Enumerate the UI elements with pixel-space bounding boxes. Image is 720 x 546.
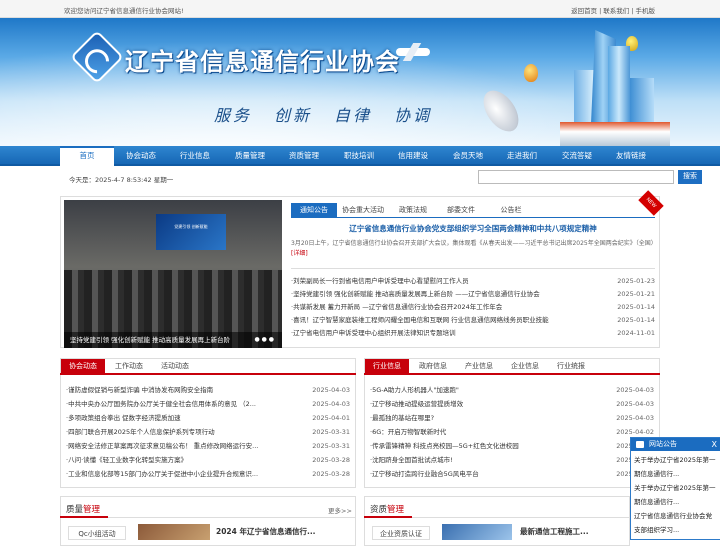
top-bar: 欢迎您访问辽宁省信息通信行业协会网站! 返回首页 | 联系我们 | 手机版 xyxy=(0,0,720,18)
nav-industry-info[interactable]: 行业信息 xyxy=(168,146,222,166)
list-item[interactable]: ·喜讯！辽宁智慧家庭装维工程师闪耀全国电信和互联网 行业信息通信网络线务员职业技… xyxy=(291,314,601,327)
tab-industry-info[interactable]: 行业信息 xyxy=(365,359,409,373)
detail-link[interactable]: [详细] xyxy=(291,250,308,257)
notice-list: ·刘荣副局长一行到省电信用户申诉受理中心看望慰问工作人员 2025-01-23 ·… xyxy=(291,275,655,345)
info-bar: 今天是：2025-4-7 8:53:42 星期一 搜索 xyxy=(60,168,702,188)
slide-caption[interactable]: 坚持党建引领 强化创新赋能 推动高质量发展再上新台阶 xyxy=(64,332,282,348)
list-item[interactable]: ·传承雷锋精神 科技点亮校园—5G+红色文化进校园 xyxy=(370,440,610,453)
tab-sector-info[interactable]: 产业信息 xyxy=(457,359,501,373)
assoc-divider xyxy=(60,373,356,375)
nav-training[interactable]: 职技培训 xyxy=(332,146,386,166)
qualification-thumbnail[interactable] xyxy=(442,524,512,540)
tab-enterprise-info[interactable]: 企业信息 xyxy=(503,359,547,373)
search-input[interactable] xyxy=(478,170,674,184)
industry-tabs: 行业信息 政府信息 产业信息 企业信息 行业统报 xyxy=(365,359,655,373)
quality-headline[interactable]: 2024 年辽宁省信息通信行... xyxy=(216,526,316,537)
list-item[interactable]: ·中共中央办公厅国务院办公厅关于健全社会信用体系的意见 （2... xyxy=(66,398,306,411)
list-item[interactable]: ·多项政策组合拳出 促数字经济提质加速 xyxy=(66,412,306,425)
quality-more-link[interactable]: 更多>> xyxy=(328,505,352,515)
nav-credit[interactable]: 信用建设 xyxy=(386,146,440,166)
tab-work-news[interactable]: 工作动态 xyxy=(107,359,151,373)
nav-members[interactable]: 会员天地 xyxy=(441,146,495,166)
list-item[interactable]: ·最孤独的基站在哪里? xyxy=(370,412,610,425)
list-item[interactable]: ·工业和信息化部等15部门办公厅关于促进中小企业提升合规意识... xyxy=(66,468,306,481)
industry-divider xyxy=(364,373,660,375)
list-item[interactable]: ·辽宁省电信用户申诉受理中心组织开展法律知识专题培训 xyxy=(291,327,601,340)
announcement-header: 网站公告 X xyxy=(631,438,720,451)
list-item[interactable]: ·沈阳跻身全国首批试点城市! xyxy=(370,454,610,467)
tab-bulletin[interactable]: 公告栏 xyxy=(487,203,535,217)
tab-policy[interactable]: 政策法规 xyxy=(391,203,435,217)
tab-ministry-files[interactable]: 部委文件 xyxy=(439,203,483,217)
announcement-item[interactable]: 关于举办辽宁省2025年第一期信息通信行... xyxy=(634,453,718,481)
headline-summary: 3月20日上午，辽宁省信息通信行业协会召开支部扩大会议，集体观看《从春天出发——… xyxy=(291,240,657,257)
qualification-headline[interactable]: 最新通信工程施工... xyxy=(520,526,589,537)
quality-thumbnail[interactable] xyxy=(138,524,210,540)
notice-tabs: 通知公告 协会重大活动 政策法规 部委文件 公告栏 xyxy=(291,203,631,217)
nav-quality[interactable]: 质量管理 xyxy=(223,146,277,166)
announcement-body: 关于举办辽宁省2025年第一期信息通信行... 关于举办辽宁省2025年第一期信… xyxy=(631,451,720,539)
announcement-title: 网站公告 xyxy=(649,440,677,448)
tab-notices[interactable]: 通知公告 xyxy=(291,203,337,217)
contact-link[interactable]: 联系我们 xyxy=(603,7,629,15)
home-link[interactable]: 返回首页 xyxy=(571,7,597,15)
assoc-tabs: 协会动态 工作动态 活动动态 xyxy=(61,359,351,373)
close-icon[interactable]: X xyxy=(712,438,717,451)
balloon-icon xyxy=(524,64,538,82)
quality-title: 质量管理 xyxy=(66,505,101,515)
nav-qa[interactable]: 交流答疑 xyxy=(550,146,604,166)
notice-separator xyxy=(291,268,655,269)
slogan: 服务 创新 自律 协调 xyxy=(214,106,433,125)
tab-enterprise-cert[interactable]: 企业资质认证 xyxy=(372,526,430,540)
list-item[interactable]: ·网络安全法修正草案再次征求意见稿公布！ 重点修改网络运行安... xyxy=(66,440,306,453)
search-button[interactable]: 搜索 xyxy=(678,170,702,184)
site-title: 辽宁省信息通信行业协会 xyxy=(125,47,400,76)
nav-association-news[interactable]: 协会动态 xyxy=(114,146,168,166)
qualification-title: 资质管理 xyxy=(370,505,405,515)
list-item[interactable]: ·刘荣副局长一行到省电信用户申诉受理中心看望慰问工作人员 xyxy=(291,275,601,288)
notice-divider xyxy=(291,217,655,218)
airplane-icon xyxy=(396,48,430,56)
industry-list: ·5G-A助力人形机器人"加速跑" 2025-04-03 ·辽宁移动推动提级运营提… xyxy=(370,384,654,484)
list-item[interactable]: ·八问·读懂《轻工业数字化转型实施方案》 xyxy=(66,454,306,467)
nav-qualification[interactable]: 资质管理 xyxy=(277,146,331,166)
assoc-list: ·谨防虚假促销与新型诈骗 中消协发布网购安全指南 2025-04-03 ·中共中央… xyxy=(66,384,350,484)
news-slideshow[interactable]: 党建引领 创新赋能 坚持党建引领 强化创新赋能 推动高质量发展再上新台阶 ● ●… xyxy=(64,200,282,348)
floating-announcement: 网站公告 X 关于举办辽宁省2025年第一期信息通信行... 关于举办辽宁省20… xyxy=(630,437,720,540)
header-banner: 辽宁省信息通信行业协会 服务 创新 自律 协调 xyxy=(0,18,720,146)
list-item[interactable]: ·共谋新发展 蓄力开新局 —辽宁省信息通信行业协会召开2024年工作年会 xyxy=(291,301,601,314)
list-item[interactable]: ·四部门联合开展2025年个人信息保护系列专项行动 xyxy=(66,426,306,439)
list-item[interactable]: ·辽宁移动打造跨行业融合5G风电平台 xyxy=(370,468,610,481)
main-nav: 首页 协会动态 行业信息 质量管理 资质管理 职技培训 信用建设 会员天地 走进… xyxy=(0,146,720,166)
tab-activity-news[interactable]: 活动动态 xyxy=(153,359,197,373)
mobile-link[interactable]: 手机版 xyxy=(636,7,656,15)
qualification-accent xyxy=(364,516,412,518)
tab-major-events[interactable]: 协会重大活动 xyxy=(339,203,387,217)
building-icon xyxy=(560,122,670,146)
nav-links[interactable]: 友情链接 xyxy=(604,146,658,166)
tab-government-info[interactable]: 政府信息 xyxy=(411,359,455,373)
tab-assoc-news[interactable]: 协会动态 xyxy=(61,359,105,373)
nav-about[interactable]: 走进我们 xyxy=(495,146,549,166)
slide-dots[interactable]: ● ● ● xyxy=(254,336,274,343)
announcement-icon xyxy=(636,441,644,448)
nav-home[interactable]: 首页 xyxy=(60,146,114,166)
tab-industry-report[interactable]: 行业统报 xyxy=(549,359,593,373)
list-item[interactable]: ·6G：开启万物智联新时代 xyxy=(370,426,610,439)
list-item[interactable]: ·坚持党建引领 强化创新赋能 推动高质量发展再上新台阶 ——辽宁省信息通信行业协… xyxy=(291,288,601,301)
list-item[interactable]: ·辽宁移动推动提级运营提质增效 xyxy=(370,398,610,411)
announcement-item[interactable]: 辽宁省信息通信行业协会党支部组织学习... xyxy=(634,509,718,537)
tab-qc-group[interactable]: Qc小组活动 xyxy=(68,526,126,540)
slide-screen: 党建引领 创新赋能 xyxy=(156,214,226,250)
list-item[interactable]: ·5G-A助力人形机器人"加速跑" xyxy=(370,384,610,397)
quality-accent xyxy=(60,516,108,518)
list-item[interactable]: ·谨防虚假促销与新型诈骗 中消协发布网购安全指南 xyxy=(66,384,306,397)
top-links: 返回首页 | 联系我们 | 手机版 xyxy=(571,7,656,15)
headline-link[interactable]: 辽宁省信息通信行业协会党支部组织学习全国两会精神和中共八项规定精神 xyxy=(291,223,655,234)
welcome-text: 欢迎您访问辽宁省信息通信行业协会网站! xyxy=(64,7,184,15)
current-date: 今天是：2025-4-7 8:53:42 星期一 xyxy=(69,176,174,184)
announcement-item[interactable]: 关于举办辽宁省2025年第一期信息通信行... xyxy=(634,481,718,509)
